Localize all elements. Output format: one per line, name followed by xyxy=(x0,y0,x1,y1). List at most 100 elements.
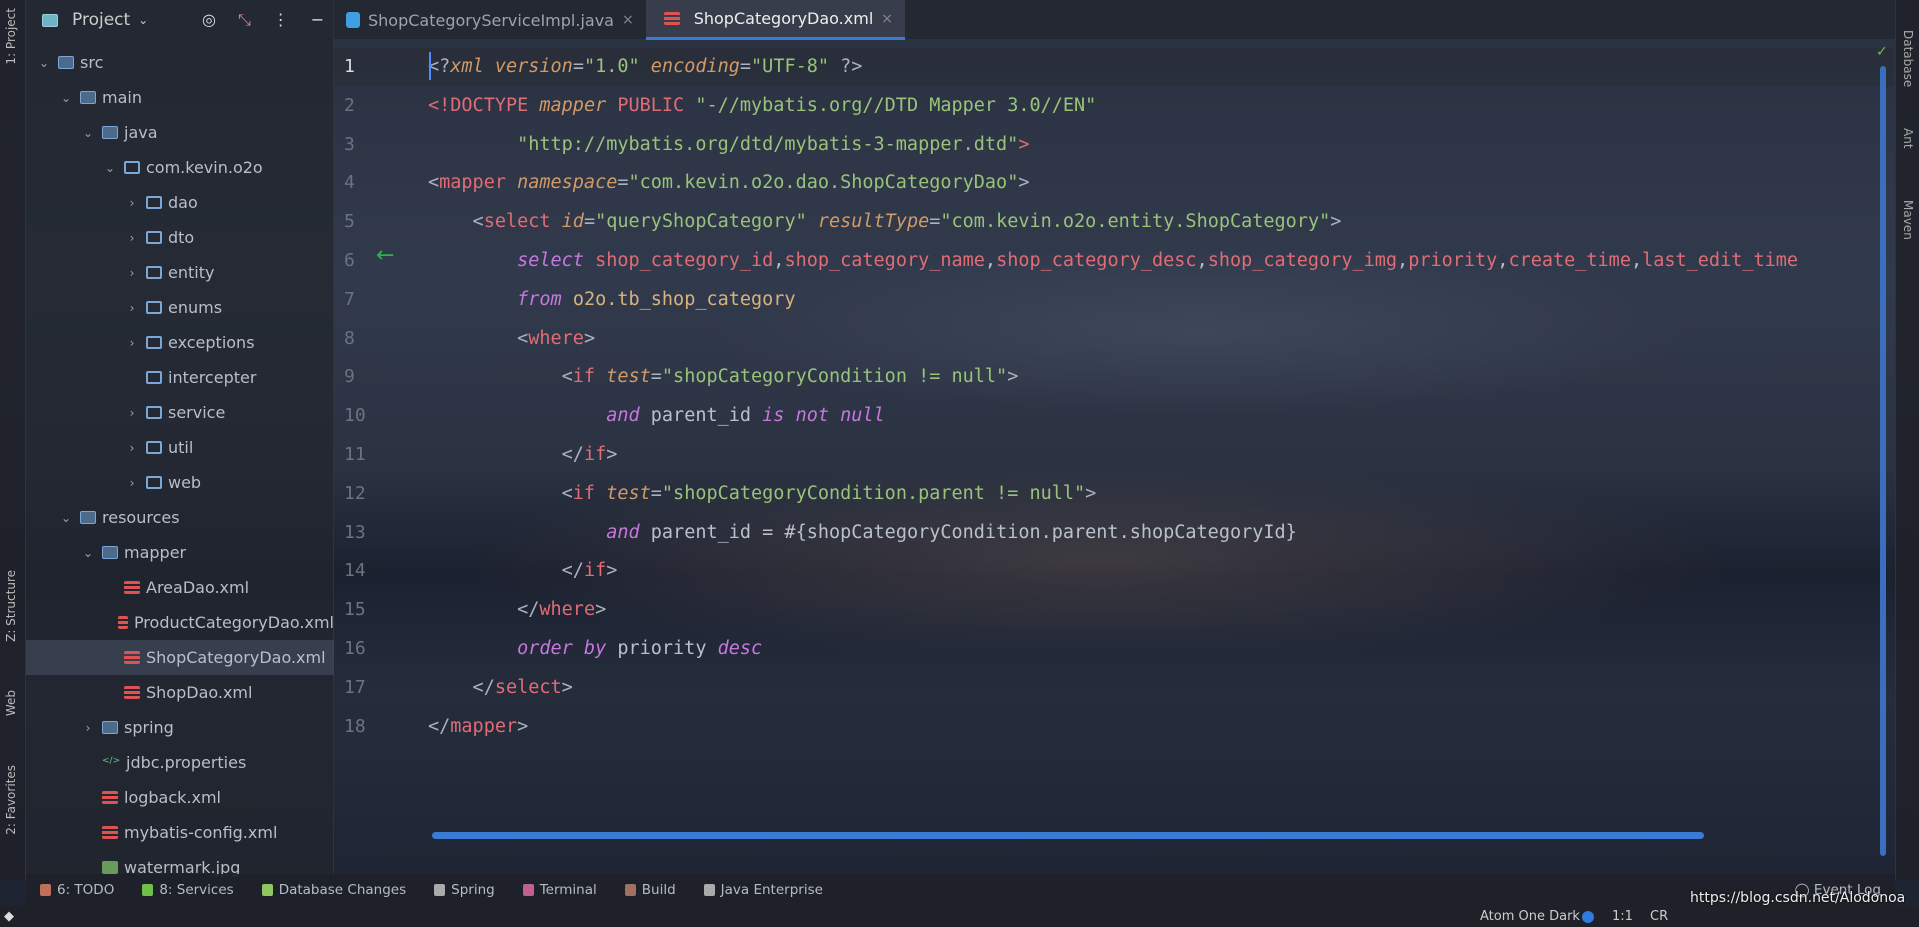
tool-window-web[interactable]: Web xyxy=(4,690,18,716)
tool-window-database[interactable]: Database xyxy=(1901,30,1915,87)
chevron-down-icon[interactable]: ⌄ xyxy=(102,161,118,175)
tree-item-label: mapper xyxy=(124,543,187,562)
tree-item[interactable]: › dto xyxy=(26,220,334,255)
tool-window-button[interactable]: Database Changes xyxy=(261,882,407,898)
chevron-right-icon[interactable]: › xyxy=(124,266,140,280)
tree-item[interactable]: › service xyxy=(26,395,334,430)
tool-window-button[interactable]: Spring xyxy=(434,882,495,898)
code-token: </ xyxy=(428,444,584,465)
tree-item[interactable]: ⌄ java xyxy=(26,115,334,150)
xml-icon xyxy=(124,651,140,664)
tool-window-project[interactable]: 1: Project xyxy=(4,8,18,65)
tree-item[interactable]: mybatis-config.xml xyxy=(26,815,334,850)
tree-item[interactable]: ⌄ src xyxy=(26,45,334,80)
chevron-right-icon[interactable]: › xyxy=(124,476,140,490)
code-line: </select> xyxy=(428,669,573,707)
code-token: </ xyxy=(428,599,540,621)
theme-indicator[interactable]: Atom One Dark xyxy=(1480,909,1580,924)
tree-item[interactable]: ⌄ mapper xyxy=(26,535,334,570)
chevron-down-icon[interactable]: ⌄ xyxy=(138,13,148,27)
tree-item[interactable]: › web xyxy=(26,465,334,500)
tree-item-label: intercepter xyxy=(168,368,257,387)
layers-icon: ◆ xyxy=(4,909,14,924)
chevron-down-icon[interactable]: ⌄ xyxy=(58,91,74,105)
tree-item-label: service xyxy=(168,403,226,422)
xml-icon xyxy=(117,616,128,629)
code-token: > xyxy=(1085,482,1097,504)
tool-window-maven[interactable]: Maven xyxy=(1901,200,1915,240)
chevron-down-icon[interactable]: ⌄ xyxy=(58,511,74,525)
tree-item[interactable]: ⌄ main xyxy=(26,80,334,115)
tree-item[interactable]: ShopCategoryDao.xml xyxy=(26,640,334,675)
code-line: select shop_category_id,shop_category_na… xyxy=(428,242,1798,280)
code-token: parent_id xyxy=(639,405,763,427)
tree-item[interactable]: › enums xyxy=(26,290,334,325)
tree-item[interactable]: logback.xml xyxy=(26,780,334,815)
chevron-down-icon[interactable]: ⌄ xyxy=(36,56,52,70)
chevron-right-icon[interactable]: › xyxy=(124,406,140,420)
tree-item[interactable]: ⌄ com.kevin.o2o xyxy=(26,150,334,185)
tool-window-button[interactable]: Java Enterprise xyxy=(703,882,823,898)
tree-item[interactable]: </> jdbc.properties xyxy=(26,745,334,780)
chevron-right-icon[interactable]: › xyxy=(124,336,140,350)
tree-item-label: logback.xml xyxy=(124,788,221,807)
tree-item[interactable]: › util xyxy=(26,430,334,465)
editor-tab[interactable]: ShopCategoryServiceImpl.java × xyxy=(334,0,646,40)
tree-item-label: main xyxy=(102,88,142,107)
close-tab-icon[interactable]: × xyxy=(622,12,634,28)
caret-position[interactable]: 1:1 xyxy=(1612,909,1633,924)
tool-window-ant[interactable]: Ant xyxy=(1901,128,1915,149)
chevron-right-icon[interactable]: › xyxy=(80,721,96,735)
tree-item[interactable]: › dao xyxy=(26,185,334,220)
tree-item[interactable]: ProductCategoryDao.xml xyxy=(26,605,334,640)
tree-item[interactable]: › exceptions xyxy=(26,325,334,360)
tool-window-structure[interactable]: Z: Structure xyxy=(4,570,18,642)
code-token: priority xyxy=(606,638,718,659)
chevron-right-icon[interactable]: › xyxy=(124,231,140,245)
code-token: "com.kevin.o2o.dao.ShopCategoryDao" xyxy=(628,172,1019,194)
editor-tab[interactable]: ShopCategoryDao.xml × xyxy=(645,0,905,40)
tool-window-button[interactable]: Build xyxy=(624,882,676,898)
code-token: ?> xyxy=(829,56,863,77)
tree-item[interactable]: ShopDao.xml xyxy=(26,675,334,710)
tool-window-icon xyxy=(522,884,534,896)
tool-window-button[interactable]: 6: TODO xyxy=(40,882,114,898)
tree-item[interactable]: ⌄ resources xyxy=(26,500,334,535)
project-panel-header: Project ⌄ ◎ ⤡ ⋮ − xyxy=(26,0,333,40)
tree-item[interactable]: › entity xyxy=(26,255,334,290)
close-tab-icon[interactable]: × xyxy=(881,11,893,27)
line-separator[interactable]: CR xyxy=(1650,909,1668,924)
tool-window-button[interactable]: 8: Services xyxy=(142,882,234,898)
vertical-scrollbar[interactable] xyxy=(1880,66,1886,856)
project-folder-icon xyxy=(42,13,58,27)
options-menu-icon[interactable]: ⋮ xyxy=(273,10,289,30)
tree-item[interactable]: › spring xyxy=(26,710,334,745)
code-token: order by xyxy=(517,638,607,659)
tool-window-label: Database Changes xyxy=(278,882,407,898)
tool-window-favorites[interactable]: 2: Favorites xyxy=(4,765,18,835)
chevron-right-icon[interactable]: › xyxy=(124,196,140,210)
chevron-right-icon[interactable]: › xyxy=(124,301,140,315)
line-number: 2 xyxy=(344,94,355,116)
code-token: "UTF-8" xyxy=(751,56,830,77)
locate-target-icon[interactable]: ◎ xyxy=(202,10,216,30)
folder-src-icon xyxy=(58,56,74,69)
code-editor[interactable]: <?xml version="1.0" encoding="UTF-8" ?> <… xyxy=(428,40,1879,840)
tool-window-button[interactable]: Terminal xyxy=(522,882,597,898)
project-view-selector[interactable]: Project xyxy=(72,10,130,30)
code-token: = xyxy=(617,172,629,194)
horizontal-scrollbar[interactable] xyxy=(432,832,1704,839)
chevron-right-icon[interactable]: › xyxy=(124,441,140,455)
tool-window-icon xyxy=(261,884,273,896)
tree-item[interactable]: intercepter xyxy=(26,360,334,395)
chevron-down-icon[interactable]: ⌄ xyxy=(80,546,96,560)
chevron-down-icon[interactable]: ⌄ xyxy=(80,126,96,140)
code-line: <?xml version="1.0" encoding="UTF-8" ?> xyxy=(428,48,862,86)
tree-item[interactable]: AreaDao.xml xyxy=(26,570,334,605)
collapse-all-icon[interactable]: ⤡ xyxy=(238,10,251,30)
hide-panel-icon[interactable]: − xyxy=(311,10,324,30)
